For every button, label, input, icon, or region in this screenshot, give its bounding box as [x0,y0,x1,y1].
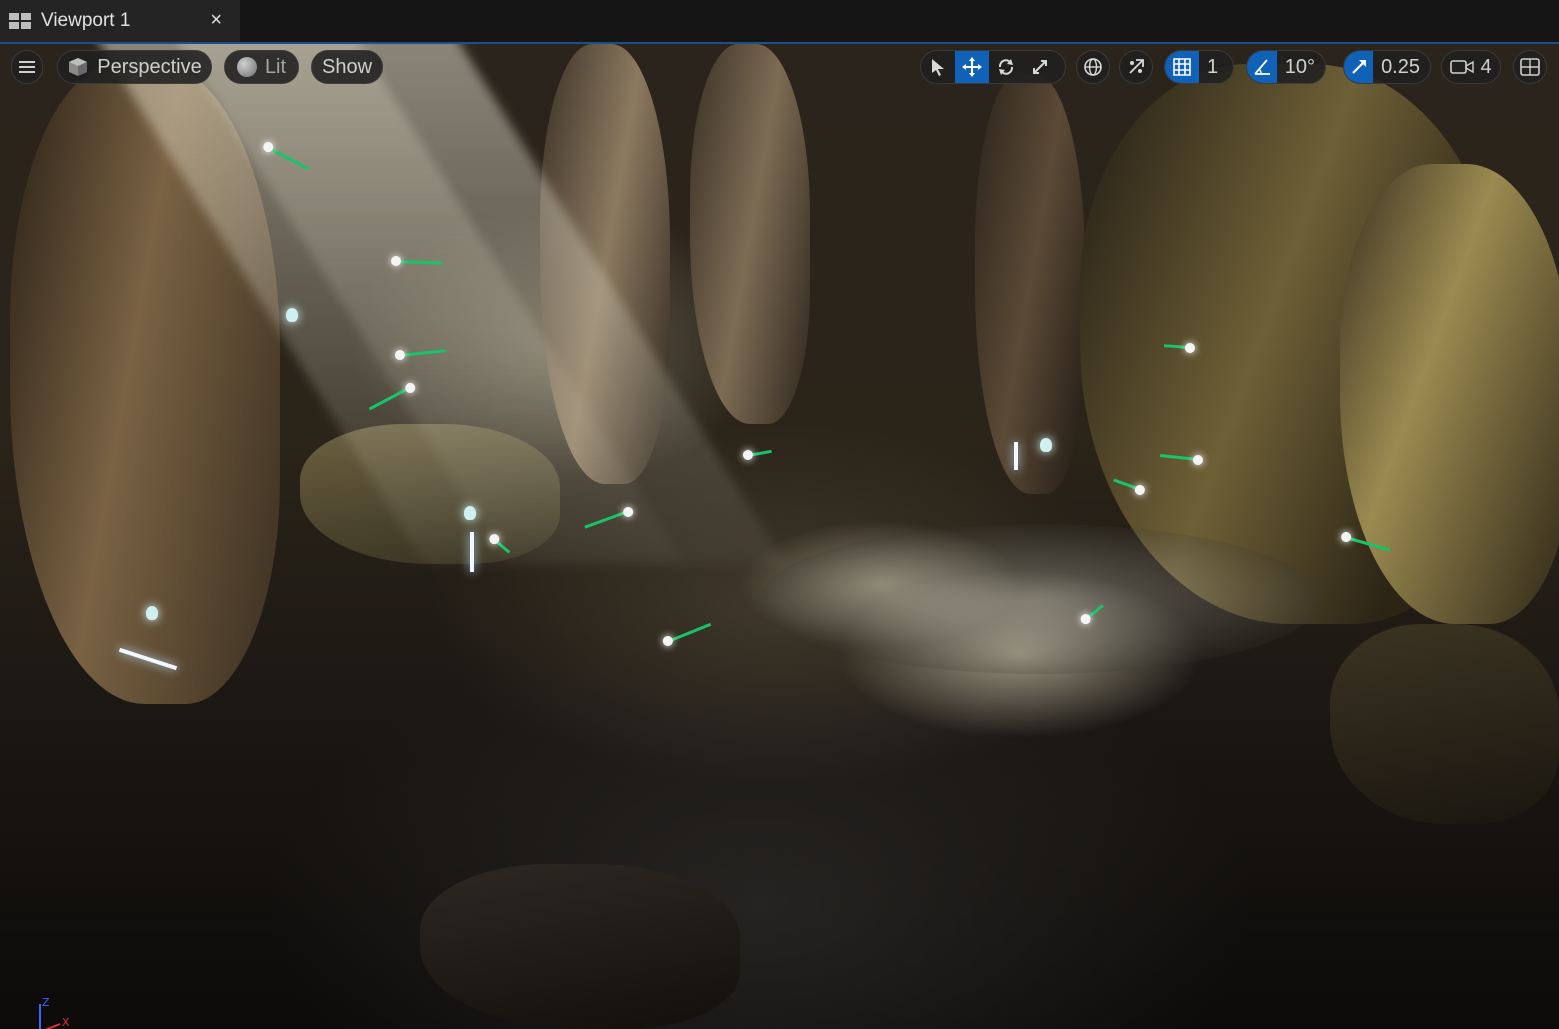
scale-snap-value[interactable]: 0.25 [1373,56,1430,79]
point-light-icon[interactable] [464,506,476,520]
point-light-icon[interactable] [1040,438,1052,452]
coordinate-system-button[interactable] [1076,50,1110,84]
grid-snap-value[interactable]: 1 [1199,56,1228,79]
rubble [420,864,740,1029]
lighting-mode-label: Lit [264,55,287,78]
grid-snap-toggle[interactable] [1165,51,1199,83]
rock-ledge [1330,624,1559,824]
point-light-icon[interactable] [286,308,298,322]
camera-speed-value: 4 [1480,55,1492,78]
view-mode-button[interactable]: Perspective [57,50,212,84]
axis-z-label: Z [42,996,50,1009]
close-icon[interactable]: × [210,9,222,32]
cursor-icon [932,59,944,76]
lighting-mode-button[interactable]: Lit [224,50,299,84]
axis-indicator: Z X Y [39,996,70,1029]
rect-light-icon[interactable] [1014,442,1018,470]
rotation-snap-group: 10° [1246,50,1326,84]
light-direction-gizmo[interactable] [667,622,712,643]
layout-icon [1520,58,1540,76]
transform-mode-group [920,50,1066,84]
cube-icon [69,58,88,76]
surface-snapping-button[interactable] [1119,50,1153,84]
viewport-layout-icon [9,13,31,29]
show-label: Show [321,55,373,78]
camera-speed-button[interactable]: 4 [1441,50,1501,84]
rotate-mode-button[interactable] [989,51,1023,83]
tab-bar: Viewport 1 × [0,0,1559,42]
rock-pillar [975,74,1085,494]
hamburger-icon [19,61,35,73]
axis-x-label: X [62,1016,70,1029]
scale-snap-toggle[interactable] [1344,51,1374,83]
rotate-icon [998,59,1014,75]
scale-mode-button[interactable] [1023,51,1057,83]
water-pool [760,524,1320,674]
move-arrows-icon [962,57,982,77]
translate-mode-button[interactable] [955,51,989,83]
rotation-snap-toggle[interactable] [1247,51,1277,83]
surface-snap-icon [1129,59,1144,74]
level-viewport[interactable]: Z X Y [0,44,1559,1029]
view-mode-label: Perspective [97,55,202,78]
camera-icon [1450,60,1475,74]
scale-snap-icon [1351,60,1366,74]
sphere-icon [236,57,257,77]
light-direction-gizmo[interactable] [747,449,772,457]
viewport-menu-button[interactable] [11,50,43,84]
viewport-layout-button[interactable] [1513,50,1547,84]
rect-light-icon[interactable] [470,532,474,572]
point-light-icon[interactable] [146,606,158,620]
rock-pillar [690,44,810,424]
select-mode-button[interactable] [921,51,955,83]
globe-icon [1084,58,1102,76]
show-flags-button[interactable]: Show [311,50,383,84]
grid-icon [1173,58,1191,76]
rock-wall [1340,164,1559,624]
grid-snap-group: 1 [1164,50,1234,84]
rotation-snap-value[interactable]: 10° [1277,56,1325,79]
tab-title: Viewport 1 [41,10,131,31]
angle-icon [1254,59,1270,75]
scale-snap-group: 0.25 [1343,50,1431,84]
scale-icon [1033,60,1047,74]
tab-viewport[interactable]: Viewport 1 × [0,0,240,42]
